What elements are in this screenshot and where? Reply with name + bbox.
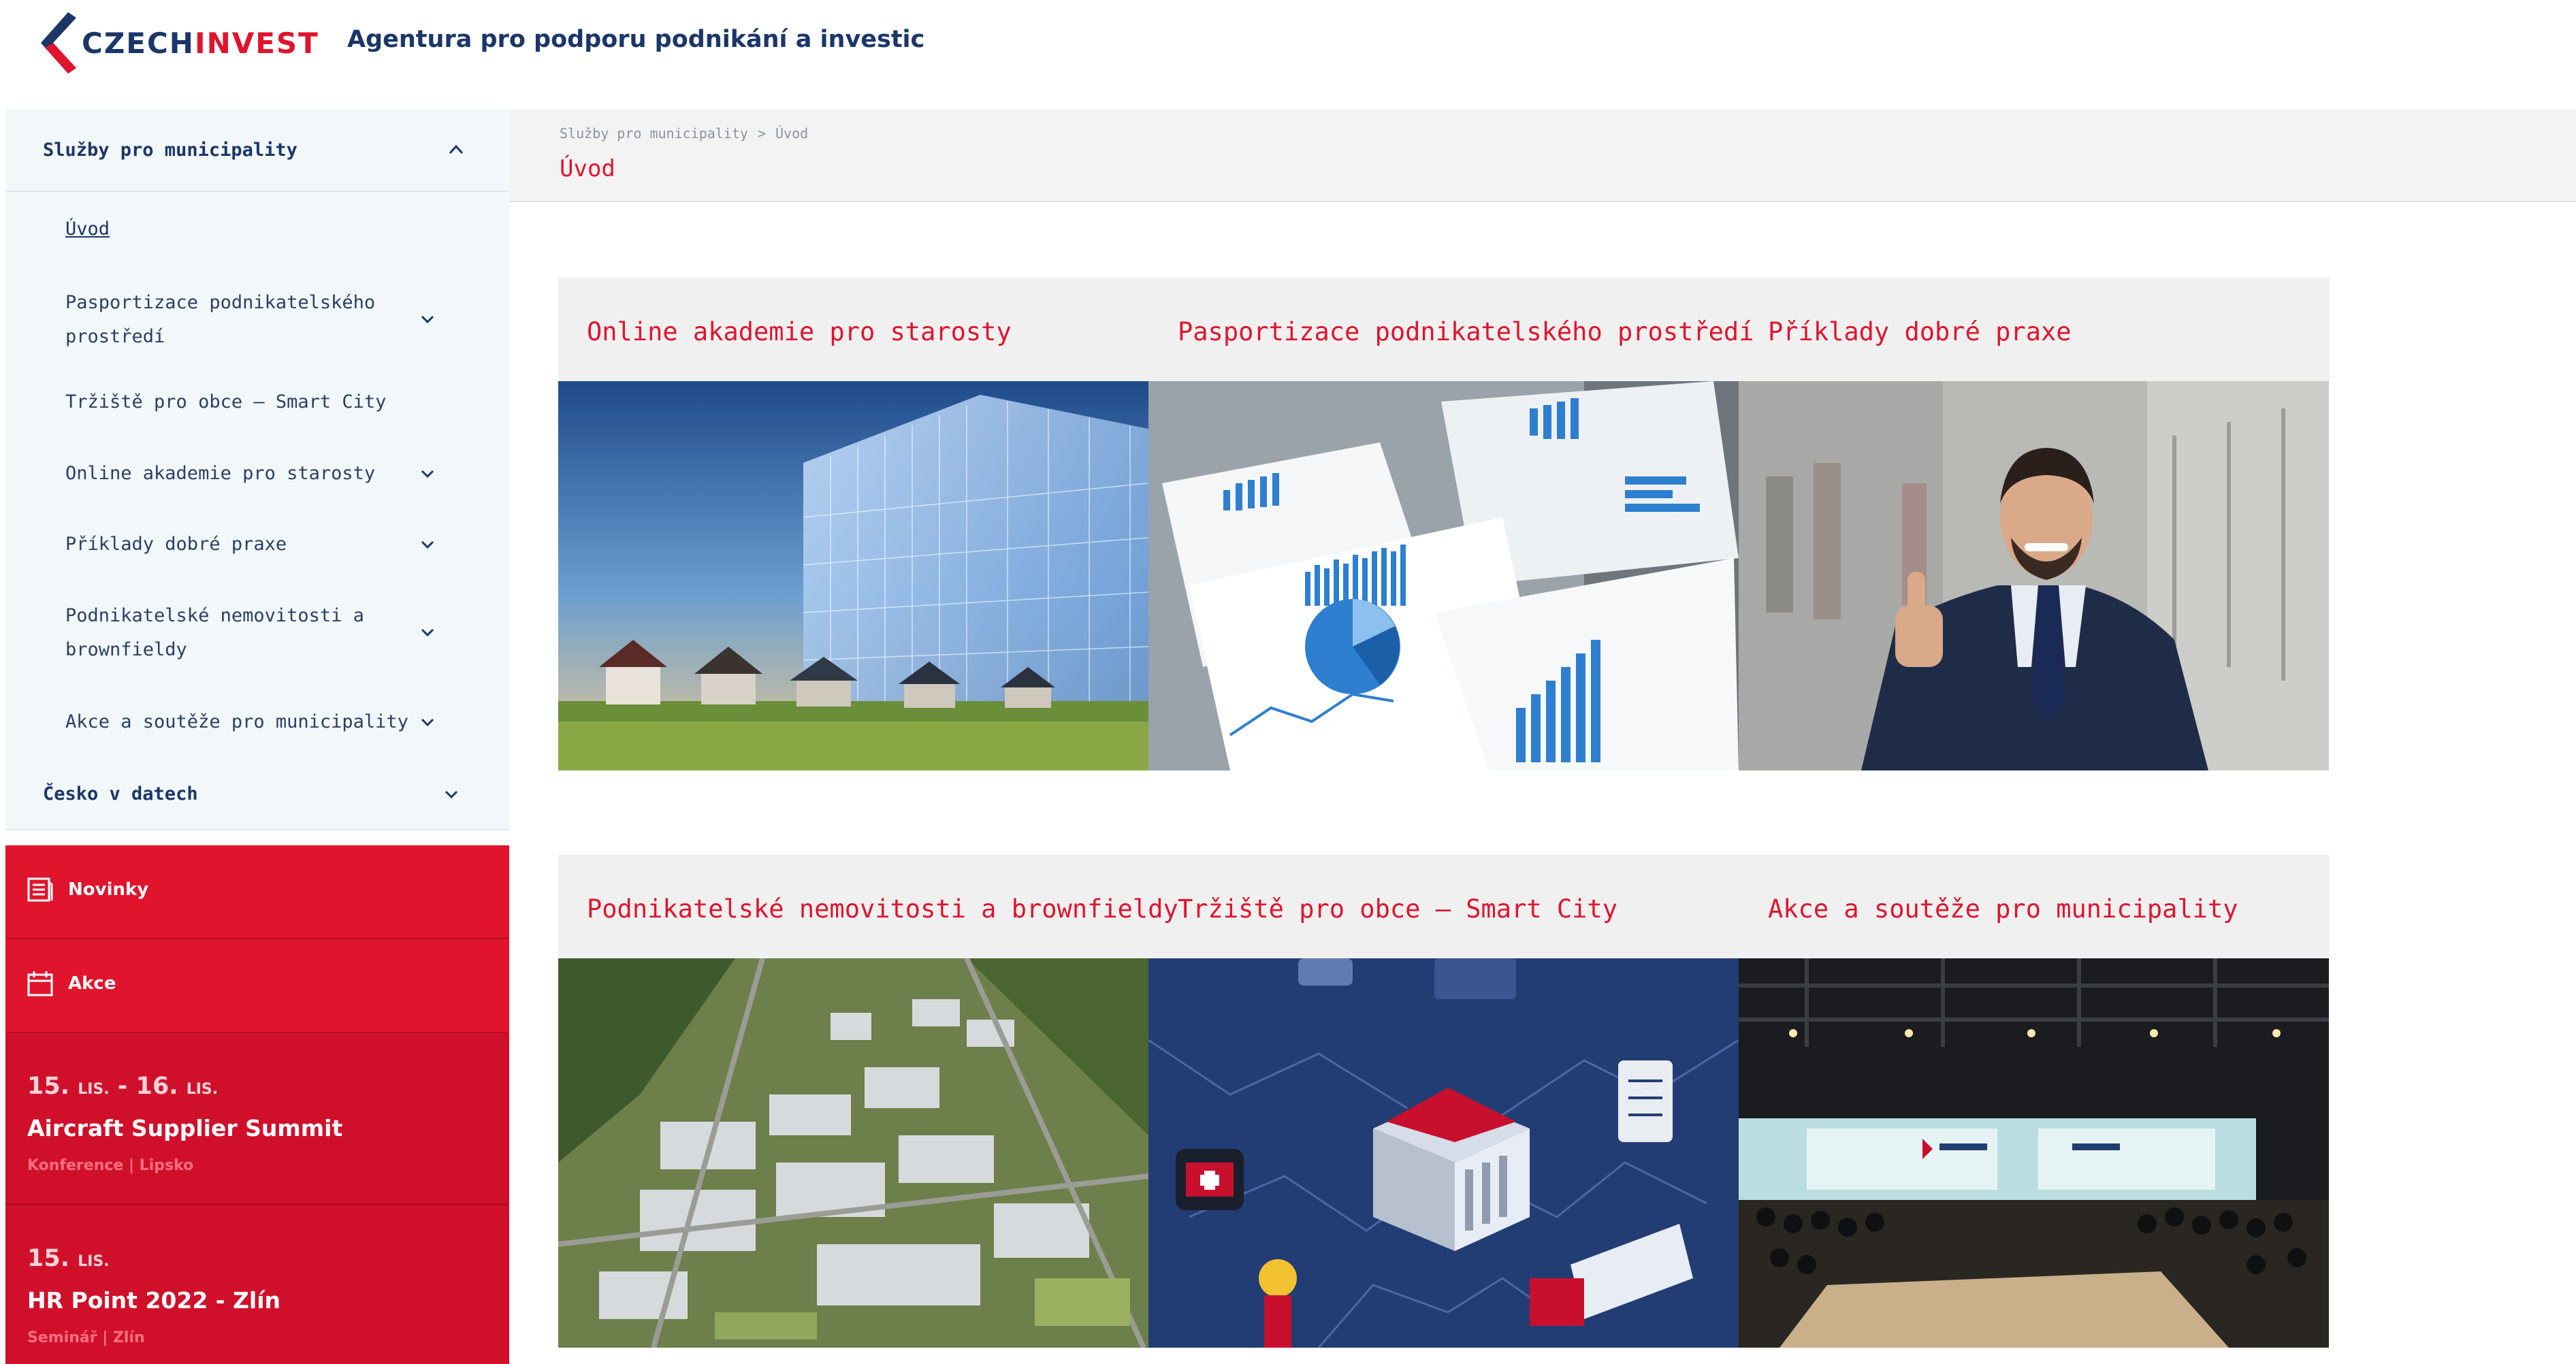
czechinvest-logo[interactable]: CZECHINVEST bbox=[41, 12, 319, 74]
card-title-akce-souteze[interactable]: Akce a soutěže pro municipality bbox=[1768, 894, 2238, 924]
event-month: LIS. bbox=[78, 1081, 110, 1098]
sidebar-item-label: Tržiště pro obce – Smart City bbox=[65, 391, 387, 412]
breadcrumb-item[interactable]: Služby pro municipality bbox=[560, 125, 748, 142]
event-day-end: 16. bbox=[135, 1073, 178, 1100]
event-month-end: LIS. bbox=[186, 1081, 219, 1098]
card-title-online-akademie[interactable]: Online akademie pro starosty bbox=[587, 317, 1012, 346]
sidebar-item-online-akademie[interactable]: Online akademie pro starosty bbox=[5, 438, 509, 510]
events-label: Akce bbox=[68, 973, 116, 994]
sidebar-item-label: Příklady dobré praxe bbox=[65, 534, 287, 555]
smart-city-illustration[interactable] bbox=[1148, 958, 1739, 1348]
sidebar-news-link[interactable]: Novinky bbox=[5, 845, 509, 939]
page-title: Úvod bbox=[560, 155, 615, 182]
logo-text-invest: INVEST bbox=[194, 26, 319, 60]
chevron-down-icon[interactable] bbox=[440, 783, 463, 806]
sidebar-item-nemovitosti[interactable]: Podnikatelské nemovitosti a brownfieldy bbox=[5, 580, 509, 687]
sidebar-section-title: Služby pro municipality bbox=[43, 139, 297, 161]
sidebar-section-title: Česko v datech bbox=[43, 783, 198, 805]
businessman-thumbs-up-photo[interactable] bbox=[1739, 381, 2329, 770]
charts-papers-photo[interactable] bbox=[1148, 381, 1739, 770]
sidebar-item-smart-city[interactable]: Tržiště pro obce – Smart City bbox=[5, 366, 509, 440]
sidebar-item-label: Podnikatelské nemovitosti a bbox=[65, 605, 364, 626]
sidebar-item-uvod[interactable]: Úvod bbox=[5, 192, 509, 272]
sidebar-item-label: Online akademie pro starosty bbox=[65, 463, 376, 484]
sidebar-item-label: Pasportizace podnikatelského bbox=[65, 292, 376, 313]
event-meta: Seminář | Zlín bbox=[27, 1329, 145, 1346]
event-date-separator: - bbox=[109, 1073, 136, 1100]
breadcrumb-bar: Služby pro municipality > Úvod Úvod bbox=[509, 109, 2576, 202]
industrial-park-aerial-photo[interactable] bbox=[558, 958, 1148, 1348]
card-title-smart-city[interactable]: Tržiště pro obce – Smart City bbox=[1178, 894, 1617, 924]
event-title[interactable]: Aircraft Supplier Summit bbox=[27, 1115, 342, 1141]
sidebar-item-priklady[interactable]: Příklady dobré praxe bbox=[5, 509, 509, 581]
event-date: 15. LIS. - 16. LIS. bbox=[27, 1073, 218, 1100]
news-label: Novinky bbox=[68, 879, 149, 900]
sidebar-item-akce-souteze[interactable]: Akce a soutěže pro municipality bbox=[5, 686, 509, 760]
sidebar-item-label: Akce a soutěže pro municipality bbox=[65, 711, 408, 732]
card-title-nemovitosti[interactable]: Podnikatelské nemovitosti a brownfieldy bbox=[587, 894, 1178, 924]
conference-hall-photo[interactable] bbox=[1739, 958, 2329, 1348]
chevron-down-icon[interactable] bbox=[416, 711, 439, 734]
breadcrumb-separator: > bbox=[757, 125, 766, 142]
event-item[interactable]: 15. LIS. - 16. LIS. Aircraft Supplier Su… bbox=[5, 1033, 509, 1205]
chevron-down-icon[interactable] bbox=[416, 621, 439, 644]
event-date: 15. LIS. bbox=[27, 1245, 110, 1272]
event-meta: Konference | Lipsko bbox=[27, 1157, 194, 1174]
event-day: 15. bbox=[27, 1073, 70, 1100]
breadcrumb-item-current: Úvod bbox=[775, 125, 809, 142]
card-title-pasportizace[interactable]: Pasportizace podnikatelského prostředí bbox=[1178, 317, 1754, 346]
site-tagline: Agentura pro podporu podnikání a investi… bbox=[347, 26, 925, 53]
sidebar-item-pasportizace[interactable]: Pasportizace podnikatelského prostředí bbox=[5, 272, 509, 368]
sidebar-section-municipality[interactable]: Služby pro municipality bbox=[5, 109, 509, 192]
event-day: 15. bbox=[27, 1245, 70, 1272]
calendar-icon bbox=[26, 969, 54, 998]
chevron-up-icon[interactable] bbox=[445, 138, 468, 161]
chevron-down-icon[interactable] bbox=[416, 462, 439, 485]
site-header: CZECHINVEST Agentura pro podporu podniká… bbox=[0, 0, 2576, 109]
chevron-down-icon[interactable] bbox=[416, 533, 439, 556]
breadcrumb: Služby pro municipality > Úvod bbox=[560, 125, 808, 142]
building-houses-photo[interactable] bbox=[558, 381, 1148, 770]
sidebar-events-link[interactable]: Akce bbox=[5, 939, 509, 1033]
card-row: Online akademie pro starosty Pasportizac… bbox=[558, 278, 2330, 770]
event-month: LIS. bbox=[78, 1253, 110, 1270]
logo-mark-icon bbox=[41, 12, 76, 74]
card-row: Podnikatelské nemovitosti a brownfieldy … bbox=[558, 855, 2330, 1348]
newspaper-icon bbox=[26, 875, 54, 904]
sidebar-item-label-line2: brownfieldy bbox=[65, 639, 187, 660]
chevron-down-icon[interactable] bbox=[416, 308, 439, 331]
event-title[interactable]: HR Point 2022 - Zlín bbox=[27, 1287, 280, 1314]
logo-text-czech: CZECH bbox=[82, 26, 195, 60]
card-title-priklady[interactable]: Příklady dobré praxe bbox=[1768, 317, 2072, 346]
sidebar-item-label[interactable]: Úvod bbox=[65, 212, 110, 246]
event-item[interactable]: 15. LIS. HR Point 2022 - Zlín Seminář | … bbox=[5, 1205, 509, 1364]
sidebar-section-cesko-v-datech[interactable]: Česko v datech bbox=[5, 758, 509, 830]
sidebar-nav: Služby pro municipality Úvod Pasportizac… bbox=[5, 109, 509, 1364]
sidebar-item-label-line2: prostředí bbox=[65, 326, 165, 347]
